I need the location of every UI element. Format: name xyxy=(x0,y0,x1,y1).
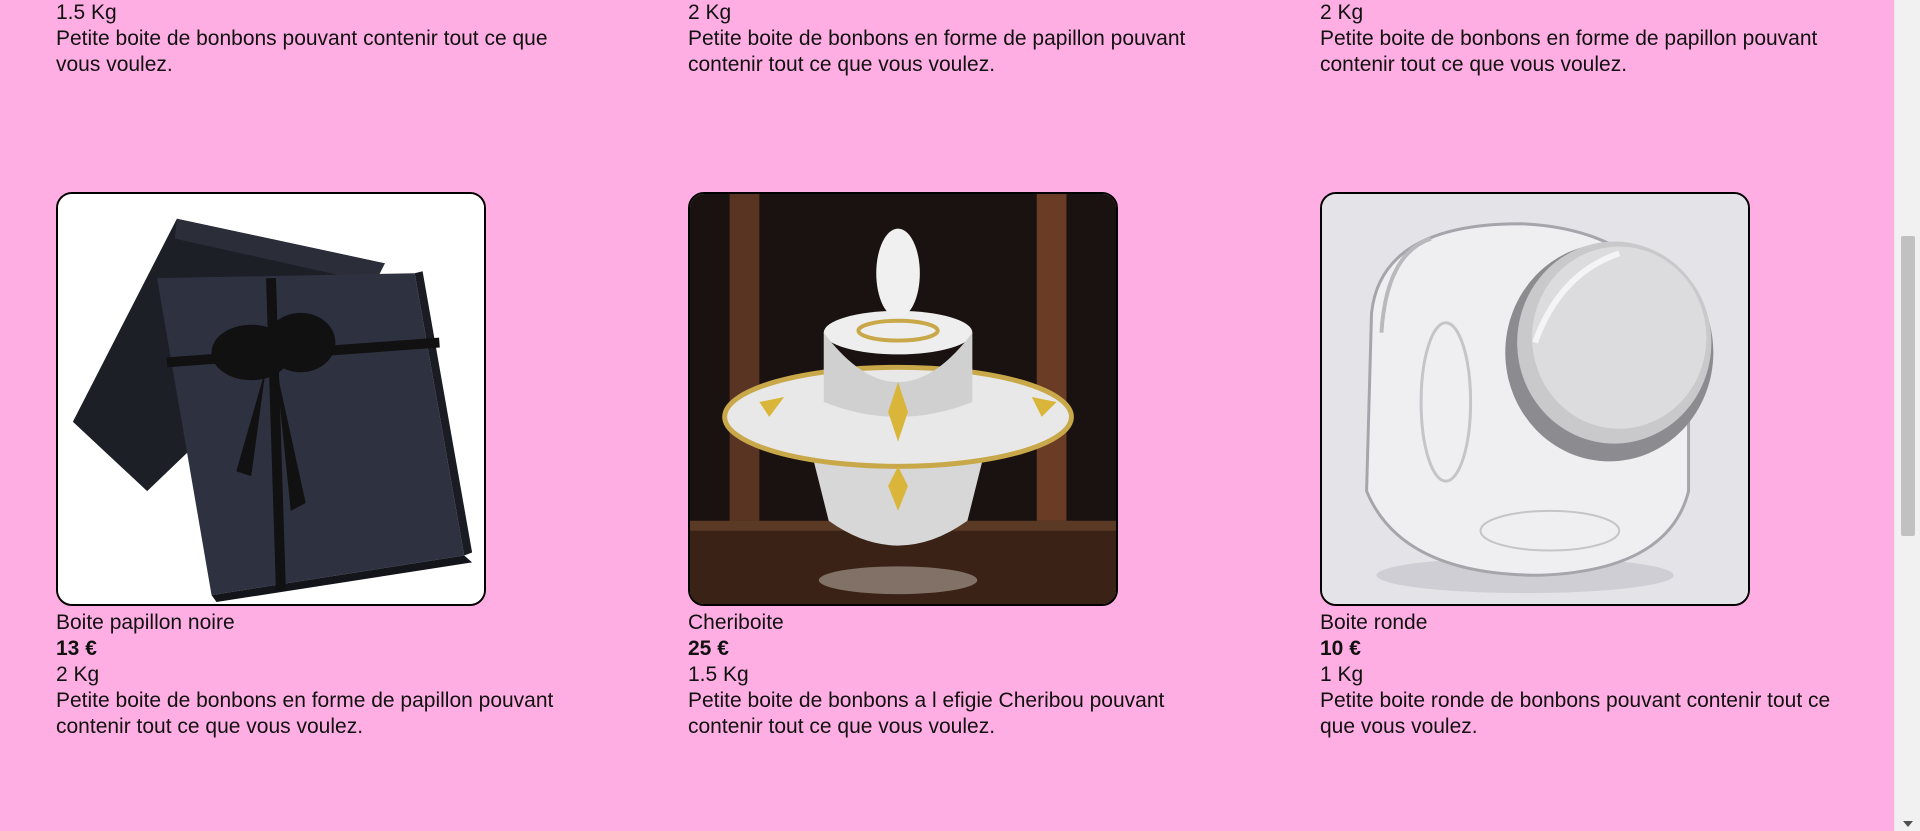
product-weight: 1.5 Kg xyxy=(56,1,117,24)
scroll-down-arrow-icon[interactable] xyxy=(1903,821,1913,827)
product-description: Petite boite de bonbons en forme de papi… xyxy=(56,689,554,738)
product-card[interactable]: Boite papillon noire 13 € 2 Kg Petite bo… xyxy=(56,192,616,740)
product-info: 1.5 Kg Petite boite de bonbons pouvant c… xyxy=(56,0,616,78)
product-description: Petite boite de bonbons pouvant contenir… xyxy=(56,27,548,76)
product-description: Petite boite de bonbons en forme de papi… xyxy=(1320,27,1818,76)
product-description: Petite boite de bonbons en forme de papi… xyxy=(688,27,1186,76)
product-price: 10 € xyxy=(1320,637,1361,660)
product-weight: 2 Kg xyxy=(1320,1,1364,24)
product-page: 1.5 Kg Petite boite de bonbons pouvant c… xyxy=(0,0,1894,831)
vertical-scrollbar[interactable] xyxy=(1894,0,1920,831)
crystal-candy-dish-image[interactable] xyxy=(688,192,1118,606)
product-info: Cheriboite 25 € 1.5 Kg Petite boite de b… xyxy=(688,610,1248,740)
product-card-top-2: 2 Kg Petite boite de bonbons en forme de… xyxy=(688,0,1248,78)
product-weight: 2 Kg xyxy=(688,1,732,24)
product-weight: 2 Kg xyxy=(56,663,100,686)
scrollbar-thumb[interactable] xyxy=(1901,236,1915,536)
product-weight: 1 Kg xyxy=(1320,663,1364,686)
product-info: Boite papillon noire 13 € 2 Kg Petite bo… xyxy=(56,610,616,740)
product-description: Petite boite de bonbons a l efigie Cheri… xyxy=(688,689,1165,738)
product-info: 2 Kg Petite boite de bonbons en forme de… xyxy=(1320,0,1880,78)
product-card-top-1: 1.5 Kg Petite boite de bonbons pouvant c… xyxy=(56,0,616,78)
product-price: 13 € xyxy=(56,637,97,660)
product-name[interactable]: Cheriboite xyxy=(688,610,1248,636)
product-name[interactable]: Boite ronde xyxy=(1320,610,1880,636)
product-weight: 1.5 Kg xyxy=(688,663,749,686)
product-card[interactable]: Cheriboite 25 € 1.5 Kg Petite boite de b… xyxy=(688,192,1248,740)
product-info: Boite ronde 10 € 1 Kg Petite boite ronde… xyxy=(1320,610,1880,740)
product-card[interactable]: Boite ronde 10 € 1 Kg Petite boite ronde… xyxy=(1320,192,1880,740)
product-price: 25 € xyxy=(688,637,729,660)
black-gift-box-image[interactable] xyxy=(56,192,486,606)
product-card-top-3: 2 Kg Petite boite de bonbons en forme de… xyxy=(1320,0,1880,78)
product-description: Petite boite ronde de bonbons pouvant co… xyxy=(1320,689,1831,738)
glass-jar-image[interactable] xyxy=(1320,192,1750,606)
product-name[interactable]: Boite papillon noire xyxy=(56,610,616,636)
product-info: 2 Kg Petite boite de bonbons en forme de… xyxy=(688,0,1248,78)
